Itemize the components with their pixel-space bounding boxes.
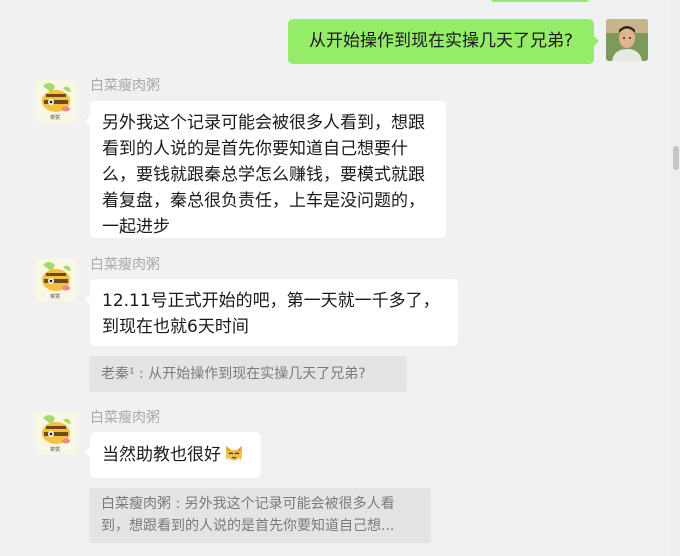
message-text: 当然助教也很好 (102, 445, 221, 465)
sender-name: 白菜瘦肉粥 (90, 78, 160, 94)
my-avatar[interactable] (606, 19, 648, 61)
outgoing-message-bubble[interactable]: 从开始操作到现在实操几天了兄弟? (288, 19, 599, 64)
avatar-caption: 菜粥 (50, 115, 61, 121)
incoming-message-bubble[interactable]: 当然助教也很好 (85, 432, 261, 478)
quoted-message[interactable]: 白菜瘦肉粥 : 另外我这个记录可能会被很多人看到，想跟看到的人说的是首先你要知道… (89, 488, 431, 543)
sender-avatar[interactable]: 菜粥 (35, 80, 77, 122)
scrollbar-track[interactable] (671, 0, 680, 556)
cat-face-icon (226, 446, 242, 462)
incoming-message-bubble[interactable]: 另外我这个记录可能会被很多人看到，想跟看到的人说的是首先你要知道自己想要什么，要… (85, 101, 446, 238)
incoming-message-bubble[interactable]: 12.11号正式开始的吧，第一天就一千多了，到现在也就6天时间 (85, 279, 458, 346)
previous-message-bubble-edge (490, 0, 590, 2)
sender-avatar[interactable]: 菜粥 (35, 259, 77, 301)
person-photo-icon (606, 19, 648, 61)
avatar-caption: 菜粥 (50, 294, 61, 300)
sender-name: 白菜瘦肉粥 (90, 257, 160, 273)
sender-avatar[interactable]: 菜粥 (35, 412, 77, 454)
avatar-caption: 菜粥 (50, 447, 61, 453)
scrollbar-thumb[interactable] (673, 146, 679, 170)
quoted-message[interactable]: 老秦¹ : 从开始操作到现在实操几天了兄弟? (89, 356, 407, 392)
sender-name: 白菜瘦肉粥 (90, 410, 160, 426)
